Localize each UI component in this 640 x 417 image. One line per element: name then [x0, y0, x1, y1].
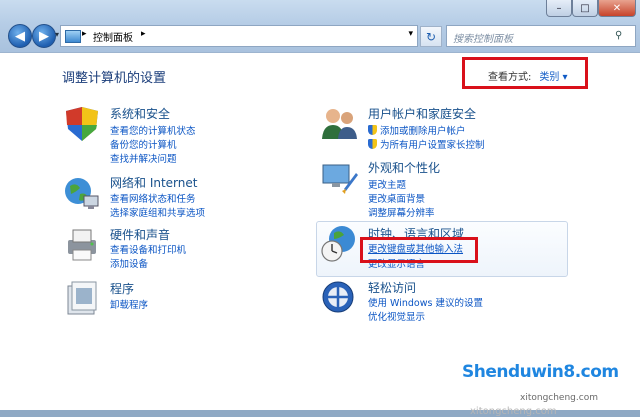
category-title[interactable]: 用户帐户和家庭安全	[368, 105, 476, 122]
link-text[interactable]: 为所有用户设置家长控制	[380, 140, 485, 151]
ease-of-access-icon	[322, 281, 354, 313]
address-dropdown-icon[interactable]: ▾	[408, 29, 413, 39]
back-arrow-icon: ◀	[15, 28, 25, 44]
title-bar: – □ ✕ ◀ ▶ ▾ ▸ 控制面板 ▸ ▾ ↻ 搜索控制面板 ⚲	[0, 0, 640, 53]
watermark-text: xitongcheng.com	[470, 406, 557, 417]
breadcrumb-sep-icon: ▸	[82, 29, 87, 39]
maximize-button[interactable]: □	[572, 0, 598, 17]
printer-icon	[68, 229, 96, 261]
highlight-box	[462, 57, 588, 89]
link-uninstall[interactable]: 卸载程序	[110, 297, 148, 311]
forward-button[interactable]: ▶	[32, 24, 56, 48]
link-text[interactable]: 添加或删除用户帐户	[380, 126, 466, 137]
page-title: 调整计算机的设置	[62, 71, 167, 86]
address-bar[interactable]: ▸ 控制面板 ▸ ▾	[60, 25, 418, 47]
search-placeholder: 搜索控制面板	[453, 34, 513, 45]
network-globe-icon	[65, 178, 99, 209]
history-dropdown-icon[interactable]: ▾	[55, 30, 59, 39]
forward-arrow-icon: ▶	[39, 28, 49, 44]
breadcrumb-control-panel[interactable]: 控制面板	[93, 29, 133, 44]
back-button[interactable]: ◀	[8, 24, 32, 48]
link-homegroup[interactable]: 选择家庭组和共享选项	[110, 205, 205, 219]
monitor-paint-icon	[322, 164, 358, 194]
breadcrumb-sep-icon[interactable]: ▸	[141, 29, 146, 39]
link-add-remove-users[interactable]: 添加或删除用户帐户	[368, 123, 466, 137]
refresh-button[interactable]: ↻	[420, 26, 442, 47]
control-panel-icon	[65, 30, 81, 43]
category-title[interactable]: 外观和个性化	[368, 159, 440, 176]
programs-icon	[67, 281, 97, 315]
link-troubleshoot[interactable]: 查找并解决问题	[110, 151, 177, 165]
category-title[interactable]: 网络和 Internet	[110, 174, 197, 191]
link-parental-controls[interactable]: 为所有用户设置家长控制	[368, 137, 485, 151]
users-icon	[322, 109, 357, 139]
clock-globe-icon	[321, 226, 355, 262]
watermark-logo-text: Shenduwin8.com	[462, 362, 619, 382]
link-change-theme[interactable]: 更改主题	[368, 177, 406, 191]
link-devices-printers[interactable]: 查看设备和打印机	[110, 242, 186, 256]
link-screen-resolution[interactable]: 调整屏幕分辨率	[368, 205, 435, 219]
link-add-device[interactable]: 添加设备	[110, 256, 148, 270]
highlight-box	[360, 237, 478, 263]
category-title[interactable]: 程序	[110, 280, 134, 297]
search-icon[interactable]: ⚲	[615, 30, 622, 41]
link-backup[interactable]: 备份您的计算机	[110, 137, 177, 151]
shield-icon	[66, 107, 98, 141]
link-recommended-settings[interactable]: 使用 Windows 建议的设置	[368, 295, 483, 309]
link-network-status[interactable]: 查看网络状态和任务	[110, 191, 196, 205]
search-input[interactable]: 搜索控制面板 ⚲	[446, 25, 636, 47]
uac-shield-icon	[368, 139, 377, 149]
watermark-caption: xitongcheng.com	[520, 393, 598, 403]
category-title[interactable]: 轻松访问	[368, 279, 416, 296]
category-title[interactable]: 硬件和声音	[110, 226, 170, 243]
category-title[interactable]: 系统和安全	[110, 105, 170, 122]
link-view-status[interactable]: 查看您的计算机状态	[110, 123, 196, 137]
main-content: 调整计算机的设置 查看方式: 类别 ▾ 系统和安全 查看您的计算机状态 备份您的计…	[0, 53, 640, 417]
uac-shield-icon	[368, 125, 377, 135]
link-desktop-background[interactable]: 更改桌面背景	[368, 191, 425, 205]
link-optimize-display[interactable]: 优化视觉显示	[368, 309, 425, 323]
minimize-button[interactable]: –	[546, 0, 572, 17]
refresh-icon: ↻	[425, 29, 437, 44]
close-button[interactable]: ✕	[598, 0, 636, 17]
control-panel-window: – □ ✕ ◀ ▶ ▾ ▸ 控制面板 ▸ ▾ ↻ 搜索控制面板 ⚲ 调整计算机的…	[0, 0, 640, 417]
